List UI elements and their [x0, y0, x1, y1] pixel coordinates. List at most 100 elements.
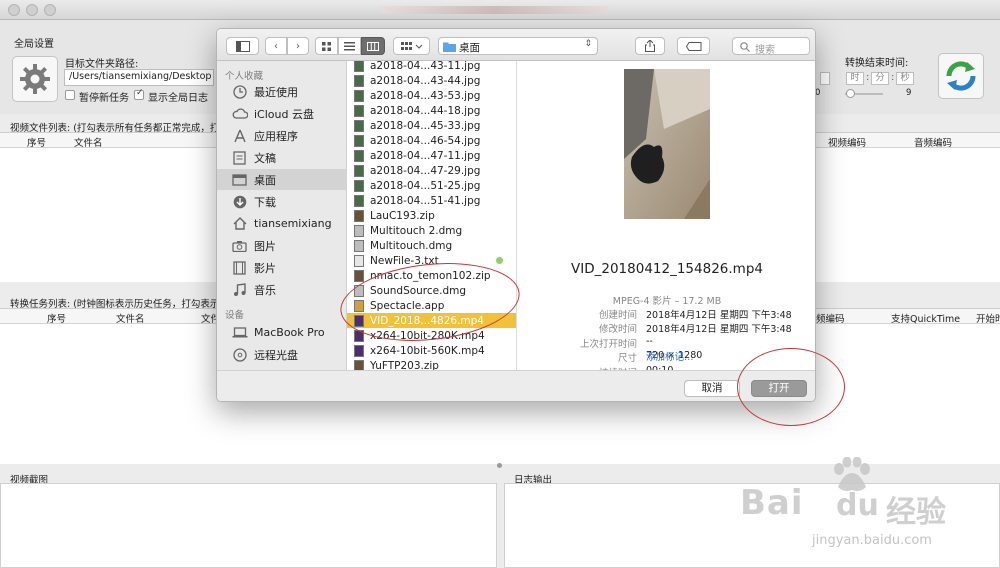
laptop-icon — [231, 325, 248, 340]
file-list-item[interactable]: a2018-04...43-53.jpg — [347, 88, 516, 103]
group-arrange-button[interactable] — [393, 37, 430, 55]
columns-icon — [367, 41, 379, 51]
info-key-created: 创建时间 — [598, 310, 637, 321]
open-file-dialog: ‹ › 桌面 ⇕ 搜索 个人收藏 最近使用 iCloud 云盘 应用程序 文稿 … — [216, 28, 816, 402]
sidebar-item-label: 桌面 — [254, 173, 276, 187]
minimize-window-button[interactable] — [26, 4, 38, 16]
end-time-slider-knob[interactable] — [846, 89, 855, 98]
task-col-quicktime[interactable]: 支持QuickTime — [891, 311, 960, 325]
image-file-icon — [354, 61, 364, 72]
file-list-item[interactable]: Multitouch 2.dmg — [347, 223, 516, 238]
file-list-item[interactable]: a2018-04...47-11.jpg — [347, 148, 516, 163]
info-value-last-opened: -- — [646, 336, 653, 347]
file-list-item[interactable]: a2018-04...45-33.jpg — [347, 118, 516, 133]
add-tags-link[interactable]: 添加标记… — [646, 349, 694, 363]
col-audio-codec[interactable]: 音频编码 — [914, 135, 952, 149]
chevron-left-icon: ‹ — [274, 40, 278, 52]
location-label: 桌面 — [459, 42, 480, 54]
chevron-right-icon: › — [296, 40, 300, 52]
task-col-start[interactable]: 开始时 — [976, 311, 1000, 325]
sidebar-item-music[interactable]: 音乐 — [217, 279, 347, 300]
show-global-log-checkbox[interactable] — [134, 88, 144, 100]
sidebar-toggle-button[interactable] — [226, 37, 259, 55]
file-list-item[interactable]: a2018-04...51-25.jpg — [347, 178, 516, 193]
end-minute-field[interactable]: 分 — [871, 72, 889, 85]
start-convert-button[interactable] — [938, 53, 984, 99]
end-second-field[interactable]: 秒 — [896, 72, 914, 85]
file-list-item[interactable]: a2018-04...46-54.jpg — [347, 133, 516, 148]
show-global-log-label: 显示全局日志 — [148, 93, 208, 104]
download-icon — [231, 194, 248, 209]
col-index[interactable]: 序号 — [27, 135, 46, 149]
sidebar-item-home[interactable]: tiansemixiang — [217, 213, 347, 234]
sidebar-item-desktop[interactable]: 桌面 — [217, 169, 347, 190]
share-icon — [645, 40, 655, 52]
sidebar-item-movies[interactable]: 影片 — [217, 257, 347, 278]
file-name: a2018-04...51-25.jpg — [370, 179, 481, 192]
task-col-filename[interactable]: 文件名 — [116, 311, 145, 325]
music-icon — [231, 282, 248, 297]
task-col-index[interactable]: 序号 — [47, 311, 66, 325]
col-video-codec[interactable]: 视频编码 — [828, 135, 866, 149]
file-list-item[interactable]: a2018-04...43-44.jpg — [347, 73, 516, 88]
devices-section-title: 设备 — [225, 310, 245, 321]
share-button[interactable] — [635, 37, 665, 55]
gear-icon — [20, 64, 50, 94]
file-list-item[interactable]: a2018-04...47-29.jpg — [347, 163, 516, 178]
file-list-item[interactable]: a2018-04...43-11.jpg — [347, 61, 516, 73]
tags-button[interactable] — [677, 37, 710, 55]
desktop-icon — [231, 172, 248, 187]
forward-button[interactable]: › — [287, 37, 309, 55]
file-list-item[interactable]: YuFTP203.zip — [347, 358, 516, 371]
image-file-icon — [354, 89, 364, 102]
sidebar-item-label: 远程光盘 — [254, 348, 298, 362]
dialog-footer: 取消 打开 — [217, 370, 815, 401]
grid-icon — [322, 41, 331, 51]
sidebar-item-label: 文稿 — [254, 151, 276, 165]
dmg-file-icon — [354, 224, 364, 237]
window-title-blurred — [380, 6, 610, 14]
search-field[interactable]: 搜索 — [732, 37, 810, 56]
file-list-item[interactable]: a2018-04...51-41.jpg — [347, 193, 516, 208]
sidebar-item-pictures[interactable]: 图片 — [217, 235, 347, 256]
splitter-handle[interactable] — [497, 463, 502, 468]
zip-file-icon — [354, 359, 364, 370]
file-list-item[interactable]: a2018-04...44-18.jpg — [347, 103, 516, 118]
favorites-section-title: 个人收藏 — [225, 71, 264, 82]
column-view-button[interactable] — [361, 37, 385, 55]
dialog-toolbar: ‹ › 桌面 ⇕ 搜索 — [217, 29, 815, 61]
close-window-button[interactable] — [8, 4, 20, 16]
file-name: YuFTP203.zip — [370, 359, 439, 371]
file-list-item[interactable]: Multitouch.dmg — [347, 238, 516, 253]
target-folder-field[interactable]: /Users/tiansemixiang/Desktop — [64, 69, 214, 86]
file-name: x264-10bit-560K.mp4 — [370, 344, 485, 357]
time-separator-2: : — [891, 72, 895, 83]
sidebar-item-macbook[interactable]: MacBook Pro — [217, 322, 347, 343]
dmg-file-icon — [354, 239, 364, 252]
back-button[interactable]: ‹ — [265, 37, 287, 55]
pause-new-tasks-checkbox[interactable] — [65, 90, 75, 100]
icon-view-button[interactable] — [315, 37, 338, 55]
cancel-button[interactable]: 取消 — [684, 380, 740, 397]
sidebar-item-downloads[interactable]: 下载 — [217, 191, 347, 212]
sidebar-item-applications[interactable]: 应用程序 — [217, 125, 347, 146]
slider-max-label: 9 — [906, 88, 912, 98]
zoom-window-button[interactable] — [44, 4, 56, 16]
file-list-item[interactable]: x264-10bit-560K.mp4 — [347, 343, 516, 358]
sidebar-item-recents[interactable]: 最近使用 — [217, 81, 347, 102]
task-col-codec[interactable]: 频编码 — [816, 311, 845, 325]
sidebar-item-remote-disc[interactable]: 远程光盘 — [217, 344, 347, 365]
col-filename[interactable]: 文件名 — [74, 135, 103, 149]
watermark-brand: Bai — [740, 483, 804, 523]
file-list-item[interactable]: LauC193.zip — [347, 208, 516, 223]
sidebar-item-documents[interactable]: 文稿 — [217, 147, 347, 168]
settings-gear-button[interactable] — [12, 56, 58, 102]
list-view-button[interactable] — [338, 37, 361, 55]
end-hour-field-2[interactable]: 时 — [846, 72, 864, 85]
baidu-watermark: Bai du 经验 jingyan.baidu.com — [740, 455, 990, 565]
end-hour-field[interactable] — [820, 72, 830, 85]
location-dropdown[interactable]: 桌面 ⇕ — [438, 37, 598, 55]
sidebar-item-icloud[interactable]: iCloud 云盘 — [217, 103, 347, 124]
image-file-icon — [354, 194, 364, 207]
image-file-icon — [354, 164, 364, 177]
